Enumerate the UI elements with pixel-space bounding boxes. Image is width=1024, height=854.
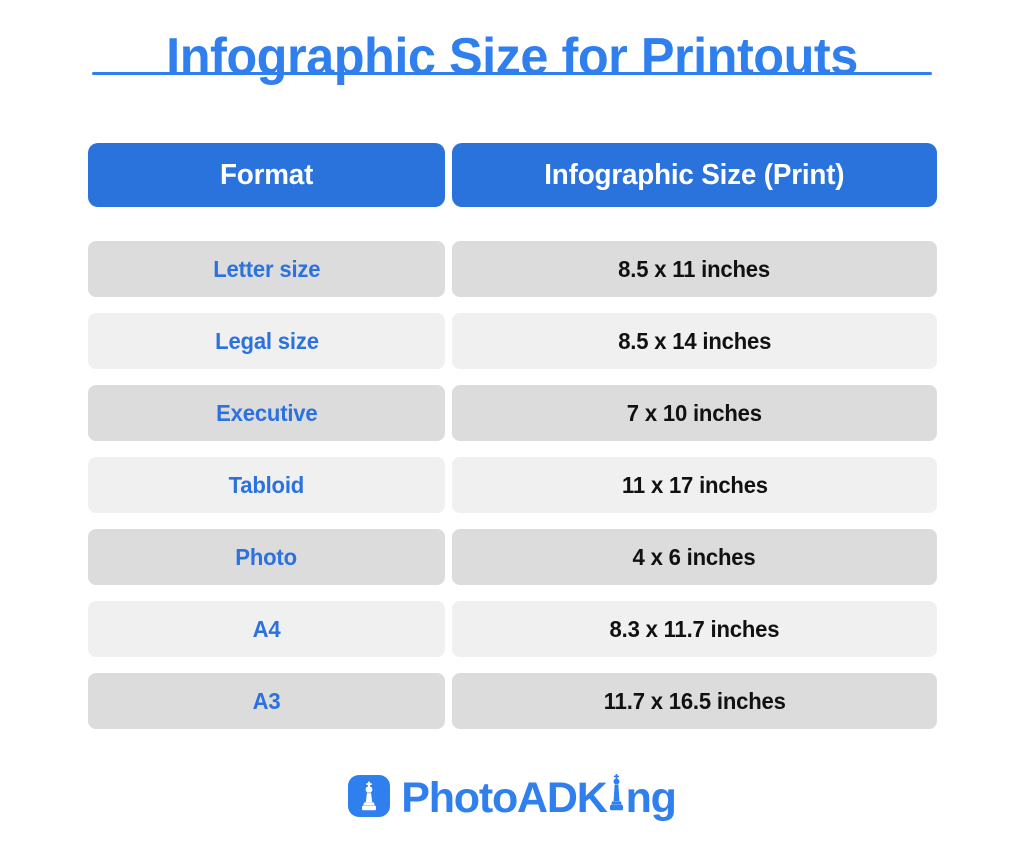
table-cell-size: 8.5 x 14 inches: [452, 313, 937, 369]
format-label: Photo: [235, 543, 298, 570]
size-label: 7 x 10 inches: [626, 399, 762, 426]
size-label: 4 x 6 inches: [633, 543, 756, 570]
size-label: 8.5 x 14 inches: [617, 327, 771, 354]
chess-king-letter-i-icon: [608, 774, 625, 814]
table-row: Letter size 8.5 x 11 inches: [88, 241, 937, 297]
format-label: Letter size: [212, 255, 321, 282]
size-label: 11 x 17 inches: [621, 471, 768, 498]
table-row: Legal size 8.5 x 14 inches: [88, 313, 937, 369]
page-title-text: Infographic Size for Printouts: [166, 28, 858, 86]
chess-king-icon: [348, 775, 391, 817]
column-gap: [445, 529, 452, 585]
format-label: Legal size: [214, 327, 319, 354]
column-gap: [445, 143, 452, 207]
table-row: Photo 4 x 6 inches: [88, 529, 937, 585]
table-cell-format: Photo: [88, 529, 445, 585]
table-cell-format: Legal size: [88, 313, 445, 369]
column-gap: [445, 313, 452, 369]
table-cell-format: A3: [88, 673, 445, 729]
size-table: Format Infographic Size (Print) Letter s…: [88, 143, 937, 745]
table-header-label-size: Infographic Size (Print): [544, 158, 845, 191]
table-cell-size: 11 x 17 inches: [452, 457, 937, 513]
table-cell-size: 11.7 x 16.5 inches: [452, 673, 937, 729]
table-cell-size: 7 x 10 inches: [452, 385, 937, 441]
table-row: A4 8.3 x 11.7 inches: [88, 601, 937, 657]
column-gap: [445, 457, 452, 513]
size-label: 11.7 x 16.5 inches: [603, 687, 786, 714]
table-header-row: Format Infographic Size (Print): [88, 143, 937, 207]
table-cell-format: Letter size: [88, 241, 445, 297]
format-label: A4: [252, 615, 281, 642]
table-cell-format: A4: [88, 601, 445, 657]
brand-logo: PhotoADK ng: [0, 772, 1024, 820]
table-header-cell-format: Format: [88, 143, 445, 207]
table-cell-format: Tabloid: [88, 457, 445, 513]
brand-wordmark-part2: ng: [625, 774, 677, 822]
size-label: 8.3 x 11.7 inches: [609, 615, 780, 642]
table-row: Tabloid 11 x 17 inches: [88, 457, 937, 513]
format-label: Executive: [215, 399, 318, 426]
column-gap: [445, 385, 452, 441]
table-cell-size: 8.3 x 11.7 inches: [452, 601, 937, 657]
table-cell-size: 8.5 x 11 inches: [452, 241, 937, 297]
infographic-canvas: Infographic Size for Printouts Format In…: [0, 0, 1024, 854]
page-title: Infographic Size for Printouts: [0, 28, 1024, 86]
column-gap: [445, 673, 452, 729]
table-header-label-format: Format: [219, 158, 314, 191]
brand-wordmark-part1: PhotoADK: [401, 774, 608, 822]
table-cell-format: Executive: [88, 385, 445, 441]
column-gap: [445, 241, 452, 297]
table-row: Executive 7 x 10 inches: [88, 385, 937, 441]
size-label: 8.5 x 11 inches: [618, 255, 771, 282]
table-header-cell-size: Infographic Size (Print): [452, 143, 937, 207]
column-gap: [445, 601, 452, 657]
brand-wordmark: PhotoADK ng: [401, 772, 677, 822]
title-underline-rule: [92, 72, 932, 75]
format-label: A3: [252, 687, 281, 714]
format-label: Tabloid: [228, 471, 305, 498]
table-cell-size: 4 x 6 inches: [452, 529, 937, 585]
table-row: A3 11.7 x 16.5 inches: [88, 673, 937, 729]
